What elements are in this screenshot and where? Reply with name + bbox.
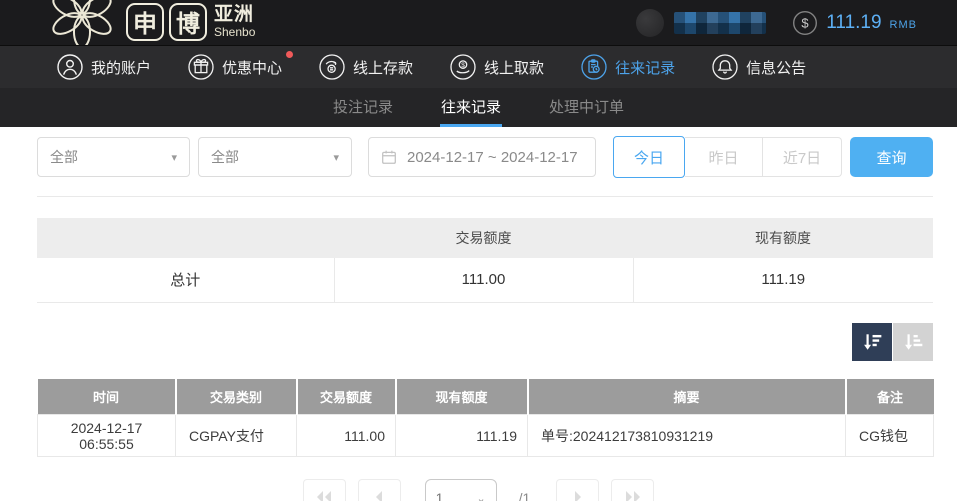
balance-amount: 111.19 xyxy=(826,12,881,34)
filter-bar: 全部 ▾ 全部 ▾ 2024-12-17 ~ 2024-12-17 今日 昨日 … xyxy=(37,137,957,177)
summary-header-balance: 现有额度 xyxy=(633,218,933,258)
nav-item-withdraw[interactable]: $ 线上取款 xyxy=(450,54,544,80)
logo-latin: Shenbo xyxy=(214,26,255,38)
sort-descending-button[interactable] xyxy=(852,323,892,361)
today-button[interactable]: 今日 xyxy=(613,136,685,178)
cell-amount: 111.00 xyxy=(297,415,396,457)
sort-controls xyxy=(0,323,933,361)
double-right-arrow-icon xyxy=(624,490,642,501)
svg-text:$: $ xyxy=(802,15,810,30)
date-range-input[interactable]: 2024-12-17 ~ 2024-12-17 xyxy=(368,137,596,177)
subtab-bar: 投注记录 往来记录 处理中订单 xyxy=(0,88,957,127)
bell-icon xyxy=(712,54,738,80)
cell-time: 2024-12-17 06:55:55 xyxy=(38,415,176,457)
logo-char-bo: 博 xyxy=(169,3,207,41)
nav-item-transactions[interactable]: 往来记录 xyxy=(581,54,675,80)
balance-currency: RMB xyxy=(890,19,917,31)
summary-header-empty xyxy=(37,218,334,258)
dollar-icon: $ xyxy=(792,10,818,36)
query-button[interactable]: 查询 xyxy=(850,137,933,177)
summary-total-amount: 111.00 xyxy=(334,258,633,302)
site-logo[interactable]: 申 博 亚洲 Shenbo xyxy=(45,0,255,45)
summary-total-label: 总计 xyxy=(37,258,334,302)
nav-item-announcements[interactable]: 信息公告 xyxy=(712,54,806,80)
prev-page-button[interactable] xyxy=(358,479,401,501)
chevron-down-icon: ▾ xyxy=(333,151,339,164)
header-summary: 摘要 xyxy=(528,379,846,415)
transaction-records-page: 申 博 亚洲 Shenbo $ 111.19 RMB xyxy=(0,0,957,501)
topbar: 申 博 亚洲 Shenbo $ 111.19 RMB xyxy=(0,0,957,45)
withdraw-icon: $ xyxy=(450,54,476,80)
chevron-down-icon: ⌄ xyxy=(476,492,485,501)
tab-pending-orders[interactable]: 处理中订单 xyxy=(548,88,625,127)
header-note: 备注 xyxy=(846,379,934,415)
last7days-button[interactable]: 近7日 xyxy=(763,137,842,177)
records-icon xyxy=(581,54,607,80)
summary-table: 交易额度 现有额度 总计 111.00 111.19 xyxy=(37,218,933,303)
section-divider xyxy=(37,196,933,197)
flower-logo-icon xyxy=(45,0,119,45)
summary-total-row: 总计 111.00 111.19 xyxy=(37,258,933,302)
header-type: 交易类别 xyxy=(176,379,297,415)
gift-icon xyxy=(188,54,214,80)
deposit-icon xyxy=(319,54,345,80)
header-amount: 交易额度 xyxy=(297,379,396,415)
category-select[interactable]: 全部 ▾ xyxy=(37,137,190,177)
cell-summary: 单号:202412173810931219 xyxy=(528,415,846,457)
records-header-row: 时间 交易类别 交易额度 现有额度 摘要 备注 xyxy=(38,379,934,415)
tab-transaction-records[interactable]: 往来记录 xyxy=(440,88,502,127)
page-total: /1 xyxy=(519,479,531,501)
pagination: 1 ⌄ /1 xyxy=(0,479,957,501)
chevron-down-icon: ▾ xyxy=(171,151,177,164)
next-page-button[interactable] xyxy=(556,479,599,501)
nav-item-promotions[interactable]: 优惠中心 xyxy=(188,54,282,80)
svg-text:$: $ xyxy=(461,62,465,69)
yesterday-button[interactable]: 昨日 xyxy=(685,137,763,177)
username-redacted xyxy=(674,12,766,34)
summary-header-row: 交易额度 现有额度 xyxy=(37,218,933,258)
header-time: 时间 xyxy=(38,379,176,415)
balance[interactable]: $ 111.19 RMB xyxy=(792,10,917,36)
first-page-button[interactable] xyxy=(303,479,346,501)
header-balance: 现有额度 xyxy=(396,379,528,415)
last-page-button[interactable] xyxy=(611,479,654,501)
left-arrow-icon xyxy=(370,490,388,501)
promo-badge-dot xyxy=(286,51,293,58)
double-left-arrow-icon xyxy=(315,490,333,501)
nav-item-deposit[interactable]: 线上存款 xyxy=(319,54,413,80)
right-arrow-icon xyxy=(569,490,587,501)
summary-header-amount: 交易额度 xyxy=(334,218,633,258)
cell-note: CG钱包 xyxy=(846,415,934,457)
page-select[interactable]: 1 ⌄ xyxy=(425,479,497,501)
cell-balance: 111.19 xyxy=(396,415,528,457)
table-row: 2024-12-17 06:55:55 CGPAY支付 111.00 111.1… xyxy=(38,415,934,457)
avatar[interactable] xyxy=(636,9,664,37)
logo-char-shen: 申 xyxy=(126,3,164,41)
quick-date-group: 今日 昨日 近7日 xyxy=(613,137,842,177)
sort-desc-icon xyxy=(861,331,883,353)
user-icon xyxy=(57,54,83,80)
calendar-icon xyxy=(380,148,398,166)
user-area: $ 111.19 RMB xyxy=(636,9,917,37)
logo-region: 亚洲 xyxy=(214,5,255,24)
cell-type: CGPAY支付 xyxy=(176,415,297,457)
summary-total-balance: 111.19 xyxy=(633,258,933,302)
tab-betting-records[interactable]: 投注记录 xyxy=(332,88,394,127)
type-select[interactable]: 全部 ▾ xyxy=(198,137,352,177)
records-table: 时间 交易类别 交易额度 现有额度 摘要 备注 2024-12-17 06:55… xyxy=(37,379,934,458)
nav-item-my-account[interactable]: 我的账户 xyxy=(57,54,151,80)
sort-ascending-button[interactable] xyxy=(893,323,933,361)
sort-asc-icon xyxy=(902,331,924,353)
main-nav: 我的账户 优惠中心 线上存款 xyxy=(0,45,957,88)
